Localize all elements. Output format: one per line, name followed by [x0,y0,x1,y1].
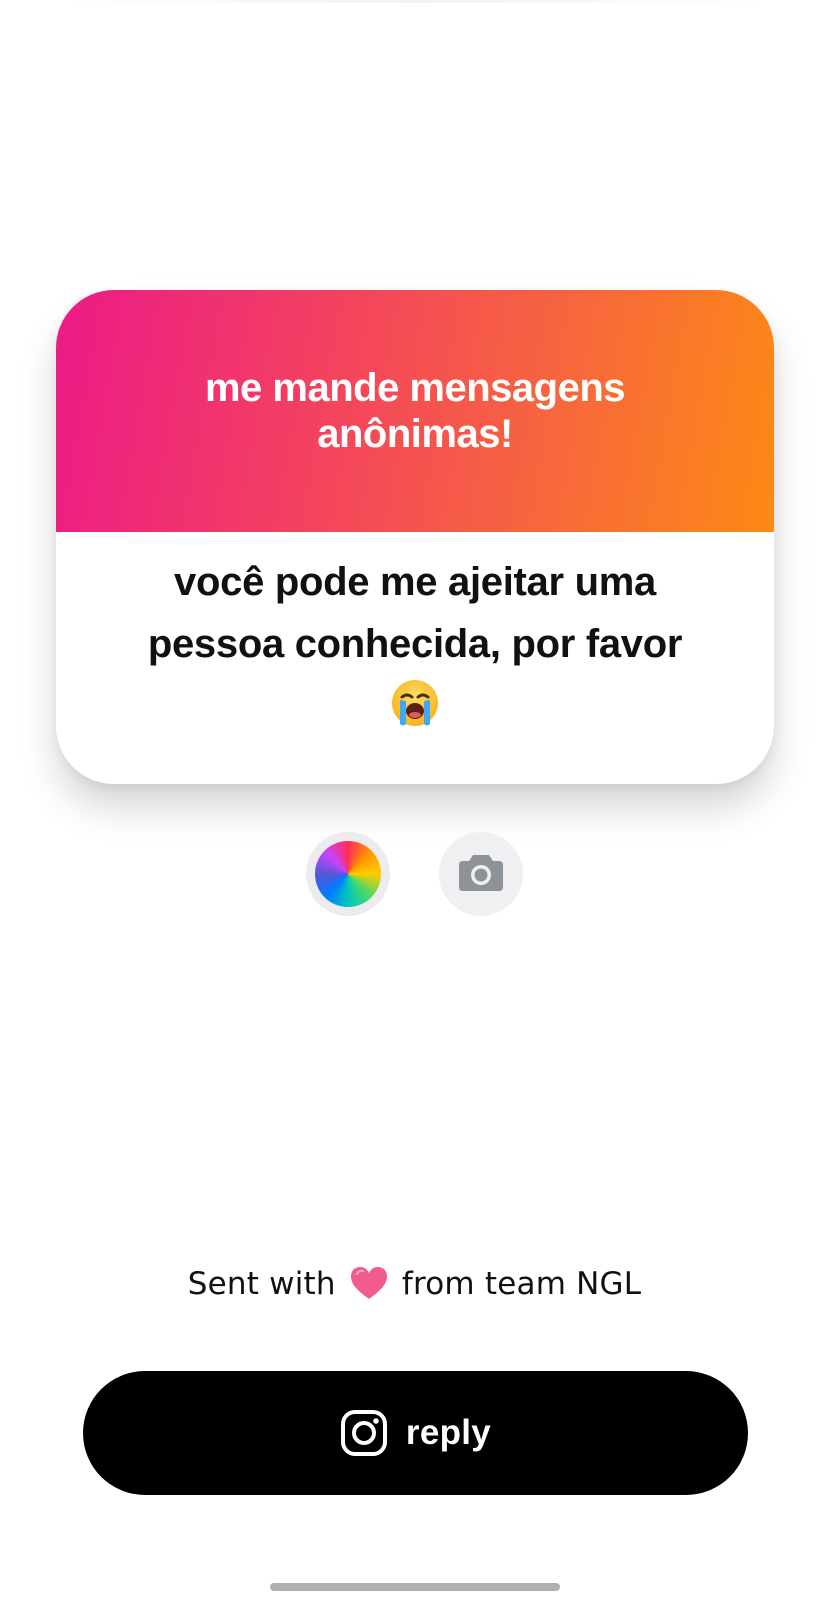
home-indicator[interactable] [270,1583,560,1591]
reply-label: reply [405,1413,492,1452]
card-message: você pode me ajeitar uma pessoa conhecid… [106,551,724,747]
page: me mande mensagens anônimas! você pode m… [0,0,829,1600]
top-divider [60,0,770,3]
color-wheel-icon [315,841,381,907]
footer-suffix: from team NGL [401,1266,642,1302]
heart-icon [350,1266,388,1308]
card-title: me mande mensagens anônimas! [204,366,626,456]
card-message-text: você pode me ajeitar uma pessoa conhecid… [147,560,683,666]
reply-button[interactable]: reply [83,1371,748,1495]
card-tools [306,832,526,918]
color-button[interactable] [306,832,390,916]
crying-face-emoji [389,677,441,747]
footer-prefix: Sent with [187,1266,336,1302]
message-card: me mande mensagens anônimas! você pode m… [56,290,774,784]
card-body: você pode me ajeitar uma pessoa conhecid… [56,532,774,784]
camera-button[interactable] [439,832,523,916]
instagram-icon [340,1409,388,1457]
footer-credit: Sent with from team NGL [0,1266,829,1308]
card-header: me mande mensagens anônimas! [56,290,774,532]
camera-icon [458,852,504,897]
